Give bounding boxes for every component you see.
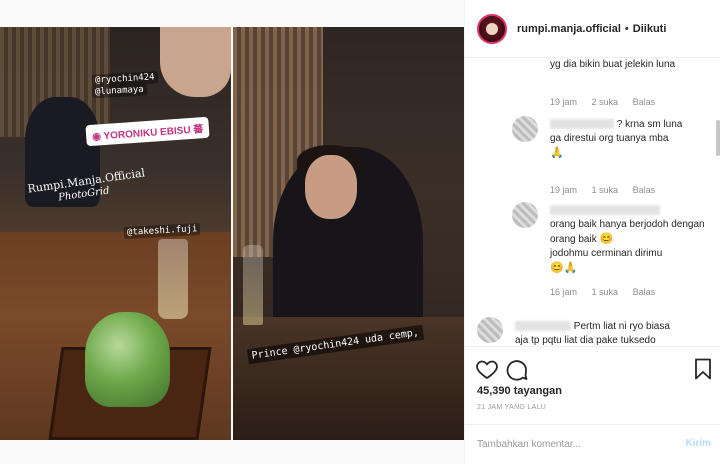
drink-glass [158,239,188,319]
comment-icon[interactable] [505,357,529,381]
commenter-avatar[interactable] [477,317,503,343]
comment-likes[interactable]: 1 suka [592,185,619,195]
comment-input[interactable]: Tambahkan komentar... [477,439,581,450]
avatar[interactable] [477,13,507,44]
post-media[interactable]: @ryochin424 @lunamaya ◉ YORONIKU EBISU 蕃… [0,0,464,464]
redacted-username [550,119,614,130]
pray-emoji: 🙏 [550,147,564,159]
comment-text: yg dia bikin buat jelekin luna [550,59,676,70]
comment-time: 19 jam [550,185,578,195]
view-count: 45,390 tayangan [477,385,562,397]
comment-text: Pertm liat ni ryo biasa aja tp pqtu liat… [515,320,715,346]
bookmark-icon[interactable] [691,357,715,381]
reply-button[interactable]: Balas [633,287,656,297]
photo-collage: @ryochin424 @lunamaya ◉ YORONIKU EBISU 蕃… [0,27,464,440]
hand-pouring [160,27,231,97]
author-username[interactable]: rumpi.manja.official [517,23,621,35]
heart-icon[interactable] [475,357,499,381]
location-pin-icon: ◉ [91,131,102,143]
comment-text: ? krna sm luna ga direstui org tuanya mb… [550,118,710,161]
redacted-username [550,205,660,216]
reply-button[interactable]: Balas [633,97,656,107]
scrollbar[interactable] [716,120,720,156]
comment-line2: jodohmu cerminan dirimu [550,248,663,259]
photo-right: Prince @ryochin424 uda cemp, [233,27,464,440]
comment-line1: orang baik hanya berjodoh dengan orang b… [550,219,705,245]
comment-likes[interactable]: 2 suka [592,97,619,107]
follow-button[interactable]: Diikuti [633,23,667,35]
separator: • [624,22,629,35]
comment-meta: 16 jam 1 suka Balas [550,287,667,297]
comment-time: 16 jam [550,287,578,297]
user-tag-2[interactable]: @lunamaya [91,83,148,99]
wine-glass [243,245,263,325]
commenter-avatar[interactable] [512,116,538,142]
comment-line2: aja tp pqtu liat dia pake tuksedo [515,335,656,346]
comment-meta: 19 jam 1 suka Balas [550,185,667,195]
comment-composer: Tambahkan komentar... Kirim [465,424,720,464]
comment-text: orang baik hanya berjodoh dengan orang b… [550,204,710,276]
comment-line1: Pertm liat ni ryo biasa [573,321,670,332]
comment-line2: ga direstui org tuanya mba [550,133,669,144]
reply-button[interactable]: Balas [633,185,656,195]
comment-line1: ? krna sm luna [616,119,683,130]
face [305,155,357,219]
redacted-username [515,321,571,332]
emoji-group: 😊🙏 [550,262,578,274]
post-header: rumpi.manja.official • Diikuti [465,0,720,58]
post-panel: rumpi.manja.official • Diikuti yg dia bi… [464,0,720,464]
comment-meta: 19 jam 2 suka Balas [550,97,667,107]
post-timestamp[interactable]: 21 JAM YANG LALU [477,404,546,411]
location-label: YORONIKU EBISU 蕃 [103,124,204,143]
commenter-avatar[interactable] [512,202,538,228]
comment-likes[interactable]: 1 suka [592,287,619,297]
smile-emoji: 😊 [599,233,614,245]
photo-left: @ryochin424 @lunamaya ◉ YORONIKU EBISU 蕃… [0,27,231,440]
shaved-ice-dessert [85,312,170,407]
comment-time: 19 jam [550,97,578,107]
send-button[interactable]: Kirim [685,438,711,449]
comments-list: yg dia bikin buat jelekin luna 19 jam 2 … [465,58,720,346]
